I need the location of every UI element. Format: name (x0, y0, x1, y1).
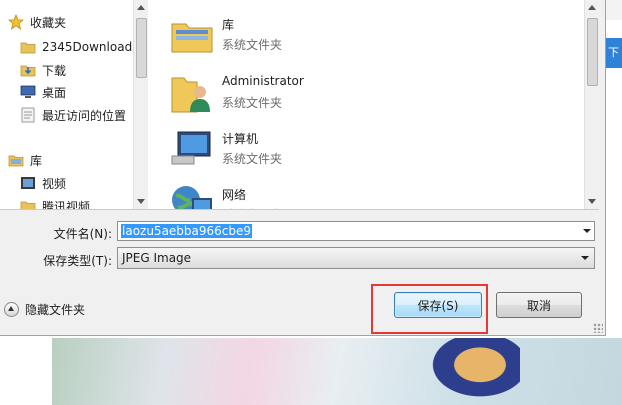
sidebar-item-label: 下载 (42, 63, 67, 78)
scrollbar-thumb[interactable] (587, 18, 598, 86)
scroll-up-arrow-icon[interactable] (588, 5, 596, 10)
star-icon (8, 14, 24, 30)
library-folder-icon (171, 23, 213, 53)
filetype-value: JPEG Image (122, 251, 192, 265)
file-type: 系统文件夹 (222, 38, 283, 52)
library-icon (8, 155, 24, 167)
list-item-network[interactable]: 网络 系统文件夹 (170, 178, 550, 209)
desktop-icon (20, 85, 36, 98)
cancel-button[interactable]: 取消 (496, 292, 582, 318)
sidebar-item-label: 库 (30, 153, 43, 168)
save-dialog: 收藏夹 2345Downloads 下载 桌面 最近访问的位置 库 视频 腾讯视… (0, 0, 606, 336)
chevron-down-icon[interactable] (583, 229, 591, 233)
sidebar-item-video[interactable]: 视频 (20, 173, 66, 193)
sidebar-item-desktop[interactable]: 桌面 (20, 82, 66, 102)
tencent-video-icon (20, 201, 36, 209)
background-character-figure (420, 338, 520, 405)
save-button-highlight-box (371, 284, 488, 334)
filetype-select[interactable]: JPEG Image (117, 247, 595, 269)
filename-input[interactable]: laozu5aebba966cbe9 (117, 221, 595, 241)
file-type: 系统文件夹 (222, 152, 283, 166)
sidebar-item-recent-places[interactable]: 最近访问的位置 (20, 105, 126, 125)
sidebar-item-favorites[interactable]: 收藏夹 (8, 12, 66, 32)
background-right-button-label: 下 (608, 46, 619, 59)
sidebar-item-2345downloads[interactable]: 2345Downloads (20, 37, 133, 57)
file-name: 库 (222, 18, 235, 32)
sidebar-item-library[interactable]: 库 (8, 150, 42, 170)
filetype-label: 保存类型(T): (43, 254, 112, 268)
sidebar-item-label: 收藏夹 (30, 15, 67, 30)
background-right-button[interactable]: 下 (606, 38, 622, 68)
network-icon (172, 186, 212, 209)
hide-folders-label: 隐藏文件夹 (25, 303, 86, 317)
file-name: Administrator (222, 74, 304, 88)
scroll-up-arrow-icon[interactable] (137, 5, 145, 10)
sidebar-item-tencent-video[interactable]: 腾讯视频 (20, 196, 90, 209)
sidebar-item-label: 2345Downloads (42, 40, 133, 54)
sidebar-item-label: 桌面 (42, 85, 67, 100)
list-item-administrator[interactable]: Administrator 系统文件夹 (170, 66, 550, 118)
user-folder-icon (171, 77, 210, 113)
navigation-scrollbar[interactable] (133, 0, 148, 209)
list-item-computer[interactable]: 计算机 系统文件夹 (170, 122, 550, 174)
file-list-scrollbar[interactable] (584, 0, 599, 209)
chevron-down-icon[interactable] (581, 256, 589, 260)
sidebar-item-label: 最近访问的位置 (42, 108, 127, 123)
hide-folders-toggle[interactable]: 隐藏文件夹 (4, 301, 85, 318)
video-icon (21, 177, 35, 189)
folder-icon (20, 42, 36, 54)
background-artwork (52, 338, 622, 405)
sidebar-item-label: 视频 (42, 176, 67, 191)
list-item-library[interactable]: 库 系统文件夹 (170, 8, 550, 60)
computer-icon (171, 131, 211, 165)
file-name: 网络 (222, 188, 247, 202)
scrollbar-thumb[interactable] (136, 18, 147, 78)
recent-places-icon (21, 107, 35, 123)
navigation-pane: 收藏夹 2345Downloads 下载 桌面 最近访问的位置 库 视频 腾讯视… (0, 0, 133, 209)
file-name: 计算机 (222, 132, 259, 146)
sidebar-item-label: 腾讯视频 (42, 199, 91, 210)
sidebar-item-downloads[interactable]: 下载 (20, 60, 66, 80)
scroll-down-arrow-icon[interactable] (137, 199, 145, 204)
scroll-down-arrow-icon[interactable] (588, 199, 596, 204)
file-list: 库 系统文件夹 Administrator 系统文件夹 计算机 系统文件夹 网络… (148, 0, 584, 209)
file-browser: 收藏夹 2345Downloads 下载 桌面 最近访问的位置 库 视频 腾讯视… (0, 0, 599, 210)
filename-value: laozu5aebba966cbe9 (121, 224, 253, 238)
file-type: 系统文件夹 (222, 206, 282, 209)
file-type: 系统文件夹 (222, 96, 283, 110)
chevron-up-icon (4, 302, 19, 317)
filename-label: 文件名(N): (53, 227, 112, 241)
download-folder-icon (20, 65, 36, 77)
resize-grip[interactable] (593, 323, 603, 333)
cancel-button-label: 取消 (526, 298, 551, 313)
